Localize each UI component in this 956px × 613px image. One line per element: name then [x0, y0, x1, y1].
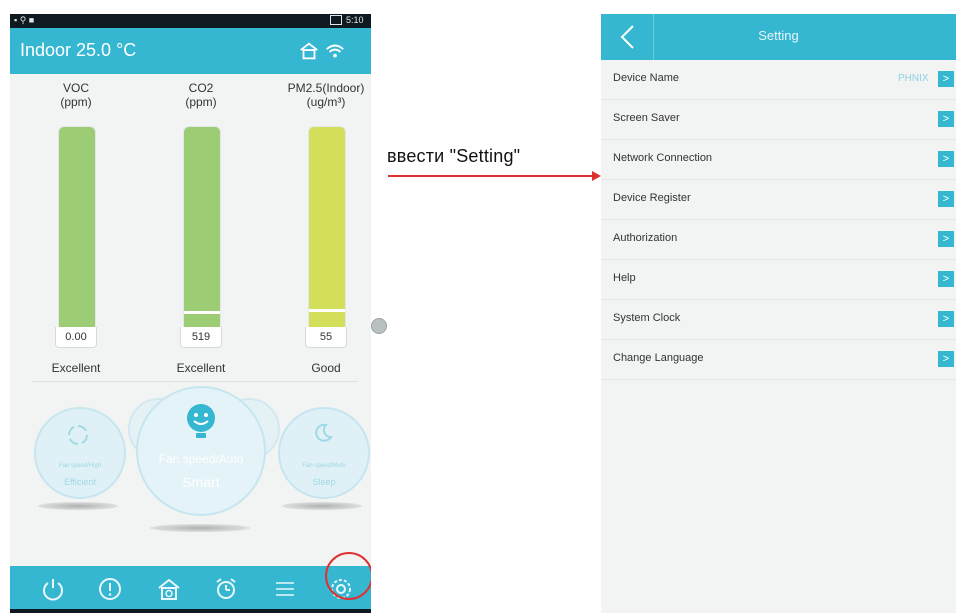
- power-icon[interactable]: [40, 576, 66, 602]
- status-left-icons: ▪ ⚲ ■: [14, 15, 35, 25]
- setting-row[interactable]: Network Connection >: [601, 140, 956, 180]
- chevron-right-icon[interactable]: >: [938, 111, 954, 127]
- efficient-cycle-icon: [68, 425, 88, 445]
- smart-shadow: [150, 524, 250, 532]
- system-nav-bar: ◃ ↩ ⌂ ▭ ◃: [10, 609, 371, 613]
- sensor-bar: [308, 126, 346, 332]
- indoor-temperature-title: Indoor 25.0 °C: [20, 40, 137, 60]
- setting-row[interactable]: Screen Saver >: [601, 100, 956, 140]
- battery-icon: [330, 15, 342, 25]
- setting-row[interactable]: System Clock >: [601, 300, 956, 340]
- sleep-label: Sleep: [312, 477, 336, 487]
- efficient-fan-speed: Fan speed/High: [58, 463, 102, 469]
- sensor-unit: (ppm): [185, 95, 217, 109]
- settings-highlight-circle: [325, 552, 371, 600]
- section-divider: [32, 381, 358, 382]
- setting-label: Screen Saver: [613, 112, 680, 124]
- setting-row[interactable]: Help >: [601, 260, 956, 300]
- mode-efficient[interactable]: Fan speed/High Efficient: [34, 407, 126, 499]
- moon-icon: [315, 423, 333, 442]
- setting-label: Network Connection: [613, 152, 713, 164]
- sensor-value: 55: [305, 327, 347, 348]
- sleep-shadow: [282, 502, 362, 510]
- setting-label: Device Register: [613, 192, 691, 204]
- setting-row[interactable]: Device Name PHNIX >: [601, 60, 956, 100]
- status-bar: ▪ ⚲ ■ 5:10: [10, 14, 371, 28]
- sensor-name: CO2: [188, 81, 214, 95]
- settings-title: Setting: [758, 28, 799, 43]
- setting-row[interactable]: Authorization >: [601, 220, 956, 260]
- sensor-status: Excellent: [51, 361, 101, 375]
- alarm-clock-icon[interactable]: [213, 576, 239, 602]
- sensor-level-marker: [184, 311, 220, 314]
- setting-value: PHNIX: [898, 73, 929, 84]
- bottom-nav: [10, 566, 371, 609]
- setting-row[interactable]: Change Language >: [601, 340, 956, 380]
- chevron-right-icon[interactable]: >: [938, 71, 954, 87]
- settings-header: Setting: [601, 14, 956, 60]
- wifi-icon[interactable]: [324, 40, 346, 62]
- smiley-bulb-icon: [187, 404, 215, 438]
- sensor-name: VOC: [62, 81, 89, 95]
- right-phone-screen: Setting Device Name PHNIX > Screen Saver > Ne…: [601, 14, 956, 613]
- floating-bubble[interactable]: [371, 318, 387, 334]
- home-icon[interactable]: [298, 40, 320, 62]
- sensor-unit: (ug/m³): [306, 95, 346, 109]
- setting-label: Authorization: [613, 232, 678, 244]
- smart-label: Smart: [182, 474, 220, 490]
- left-phone-screen: ▪ ⚲ ■ 5:10 Indoor 25.0 °C VOC (ppm) 0.00 Ex…: [10, 14, 371, 613]
- sensor-name: PM2.5(Indoor): [287, 81, 365, 95]
- alert-icon[interactable]: [97, 576, 123, 602]
- home-fan-icon[interactable]: [156, 576, 182, 602]
- efficient-shadow: [38, 502, 118, 510]
- sensor-status: Excellent: [176, 361, 226, 375]
- mode-sleep[interactable]: Fan speed/Mute Sleep: [278, 407, 370, 499]
- chevron-right-icon[interactable]: >: [938, 231, 954, 247]
- status-time: 5:10: [346, 15, 364, 25]
- setting-label: Help: [613, 272, 636, 284]
- chevron-right-icon[interactable]: >: [938, 191, 954, 207]
- sleep-fan-speed: Fan speed/Mute: [302, 463, 346, 469]
- chevron-right-icon[interactable]: >: [938, 271, 954, 287]
- sensor-level-marker: [309, 309, 345, 312]
- sensor-value: 519: [180, 327, 222, 348]
- sensor-unit: (ppm): [60, 95, 92, 109]
- sensor-value: 0.00: [55, 327, 97, 348]
- chevron-right-icon[interactable]: >: [938, 311, 954, 327]
- sensor-bar: [183, 126, 221, 332]
- setting-label: Change Language: [613, 352, 704, 364]
- chevron-right-icon[interactable]: >: [938, 151, 954, 167]
- sensor-name-label: PM2.5(Indoor) (ug/m³): [271, 81, 371, 109]
- menu-icon[interactable]: [272, 576, 298, 602]
- sensor-bar: [58, 126, 96, 332]
- setting-label: System Clock: [613, 312, 681, 324]
- annotation-text: ввести "Setting": [387, 146, 521, 166]
- sensor-name-label: CO2 (ppm): [146, 81, 256, 109]
- setting-row[interactable]: Device Register >: [601, 180, 956, 220]
- sensor-name-label: VOC (ppm): [21, 81, 131, 109]
- sensor-status: Good: [311, 361, 341, 375]
- setting-label: Device Name: [613, 72, 680, 84]
- chevron-right-icon[interactable]: >: [938, 351, 954, 367]
- left-header: Indoor 25.0 °C: [10, 28, 371, 74]
- smart-fan-speed: Fan speed/Auto: [158, 452, 244, 466]
- annotation-arrow: [388, 171, 601, 181]
- efficient-label: Efficient: [64, 477, 96, 487]
- mode-smart[interactable]: Fan speed/Auto Smart: [136, 386, 266, 516]
